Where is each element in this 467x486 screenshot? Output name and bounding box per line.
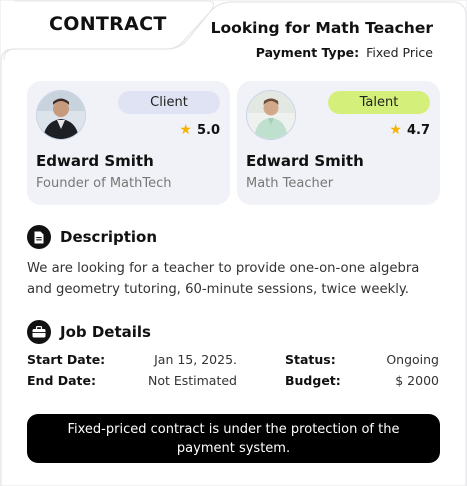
description-text: We are looking for a teacher to provide …	[27, 261, 420, 297]
job-title: Looking for Math Teacher	[210, 19, 433, 37]
document-icon	[27, 225, 51, 249]
client-name: Edward Smith	[36, 152, 154, 170]
budget-value: $ 2000	[395, 373, 439, 388]
job-details-row: Start Date: Jan 15, 2025. Status: Ongoin…	[27, 352, 439, 373]
job-details-header: Job Details	[27, 320, 151, 344]
end-date-value: Not Estimated	[147, 373, 237, 388]
talent-rating-value: 4.7	[406, 122, 430, 138]
client-rating-value: 5.0	[196, 122, 220, 138]
talent-rating: ★ 4.7	[389, 122, 430, 138]
client-avatar-image	[37, 91, 85, 139]
job-details-row: End Date: Not Estimated Budget: $ 2000	[27, 373, 439, 394]
talent-role: Math Teacher	[246, 176, 334, 191]
star-icon: ★	[179, 122, 192, 138]
job-details-title: Job Details	[60, 323, 151, 341]
talent-card[interactable]: Talent ★ 4.7 Edward Smith Math Teacher	[237, 81, 440, 205]
end-date-label: End Date:	[27, 373, 97, 388]
client-card[interactable]: Client ★ 5.0 Edward Smith Founder of Mat…	[27, 81, 230, 205]
status-label: Status:	[285, 352, 336, 367]
start-date-value: Jan 15, 2025.	[154, 352, 237, 367]
briefcase-icon	[27, 320, 51, 344]
start-date-label: Start Date:	[27, 352, 106, 367]
talent-badge: Talent	[328, 91, 430, 114]
description-title: Description	[60, 228, 158, 246]
talent-avatar[interactable]	[246, 90, 296, 140]
description-header: Description	[27, 225, 157, 249]
payment-type-value: Fixed Price	[366, 45, 433, 60]
budget-label: Budget:	[285, 373, 341, 388]
status-value: Ongoing	[386, 352, 439, 367]
contract-tab-title: CONTRACT	[49, 13, 167, 35]
star-icon: ★	[389, 122, 402, 138]
payment-type-label: Payment Type:	[255, 45, 360, 60]
client-badge: Client	[118, 91, 220, 114]
payment-type-row: Payment Type: Fixed Price	[256, 45, 433, 60]
talent-name: Edward Smith	[246, 152, 364, 170]
job-details-grid: Start Date: Jan 15, 2025. Status: Ongoin…	[27, 352, 439, 394]
client-avatar[interactable]	[36, 90, 86, 140]
client-role: Founder of MathTech	[36, 176, 172, 191]
talent-avatar-image	[247, 91, 295, 139]
client-rating: ★ 5.0	[179, 122, 220, 138]
payment-protection-notice: Fixed-priced contract is under the prote…	[27, 414, 440, 463]
